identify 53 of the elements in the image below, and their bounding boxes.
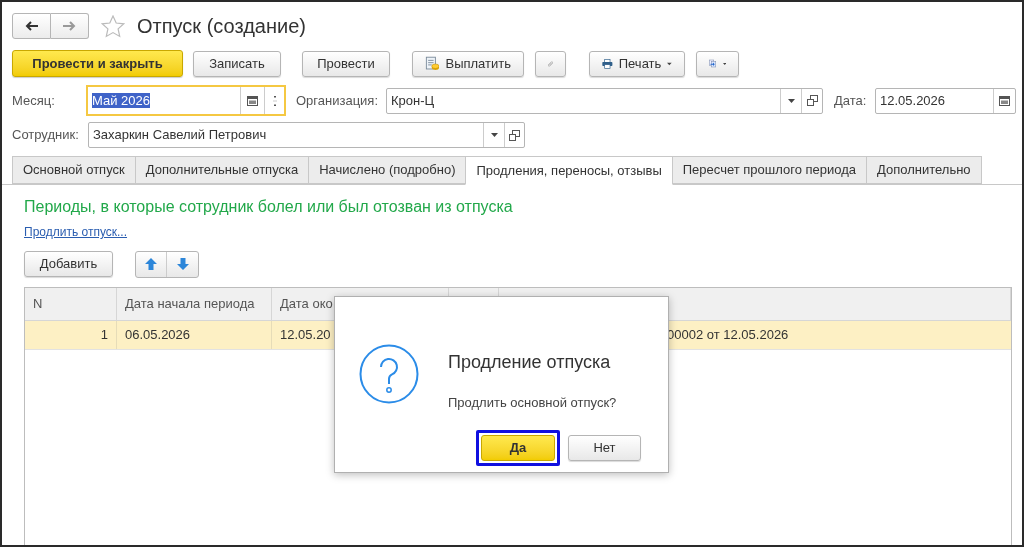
left-arrow-icon	[25, 21, 38, 31]
post-and-close-button[interactable]: Провести и закрыть	[12, 50, 183, 77]
field-label: Организация:	[296, 91, 380, 110]
extend-vacation-link[interactable]: Продлить отпуск...	[24, 223, 128, 241]
export-button[interactable]	[696, 50, 739, 77]
add-button[interactable]: Добавить	[24, 251, 113, 277]
pay-button[interactable]: Выплатить	[412, 50, 524, 77]
date-field[interactable]: 12.05.2026	[875, 87, 1016, 114]
toolbar-button[interactable]: Записать	[193, 50, 281, 77]
caret-icon	[490, 133, 498, 137]
back-button[interactable]	[12, 13, 51, 39]
toolbar-button[interactable]: Провести	[302, 50, 390, 77]
tab[interactable]: Продления, переносы, отзывы	[465, 156, 673, 185]
caret-icon	[667, 61, 672, 66]
attach-button[interactable]	[535, 50, 566, 77]
document-coins-icon	[425, 55, 440, 72]
table-cell-text: 12.05.20	[280, 326, 331, 345]
table-cell-text: 1	[100, 326, 108, 345]
document-arrow-icon	[709, 56, 717, 71]
spin-icon	[272, 93, 277, 108]
printer-icon	[602, 56, 613, 71]
dialog-message: Продлить основной отпуск?	[448, 394, 618, 412]
tab[interactable]: Дополнительно	[866, 156, 982, 184]
tab[interactable]: Дополнительные отпуска	[134, 156, 310, 184]
column-header: N	[33, 295, 43, 314]
open-icon	[806, 95, 818, 106]
window-title: Отпуск (создание)	[137, 14, 306, 39]
table-cell-text: 06.05.2026	[125, 326, 191, 345]
up-arrow-icon	[145, 258, 157, 270]
star-icon[interactable]	[101, 14, 125, 38]
yes-button[interactable]: Да	[481, 434, 555, 461]
field-label: Месяц:	[12, 91, 56, 110]
column-header: Дата начала периода	[125, 295, 255, 314]
open-icon	[509, 129, 520, 141]
field-label: Дата:	[834, 91, 868, 110]
right-arrow-icon	[63, 21, 76, 31]
organization-field[interactable]: Крон-Ц	[386, 87, 823, 114]
tab[interactable]: Пересчет прошлого периода	[671, 156, 867, 184]
tab[interactable]: Основной отпуск	[12, 156, 136, 184]
calendar-icon	[999, 95, 1010, 106]
employee-field[interactable]: Захаркин Савелий Петрович	[88, 122, 525, 148]
caret-icon	[787, 98, 795, 103]
question-icon	[359, 344, 419, 404]
section-heading: Периоды, в которые сотрудник болел или был отозван из отпуска	[24, 197, 514, 217]
month-field[interactable]: Май 2026	[86, 85, 286, 116]
calendar-icon	[247, 95, 258, 106]
field-label: Сотрудник:	[12, 126, 80, 145]
no-button[interactable]: Нет	[568, 434, 641, 461]
dialog-title: Продление отпуска	[448, 351, 612, 374]
tab[interactable]: Начислено (подробно)	[308, 156, 467, 184]
down-arrow-icon	[176, 258, 189, 270]
print-button[interactable]: Печать	[589, 50, 685, 77]
column-header: Дата око	[280, 295, 333, 314]
